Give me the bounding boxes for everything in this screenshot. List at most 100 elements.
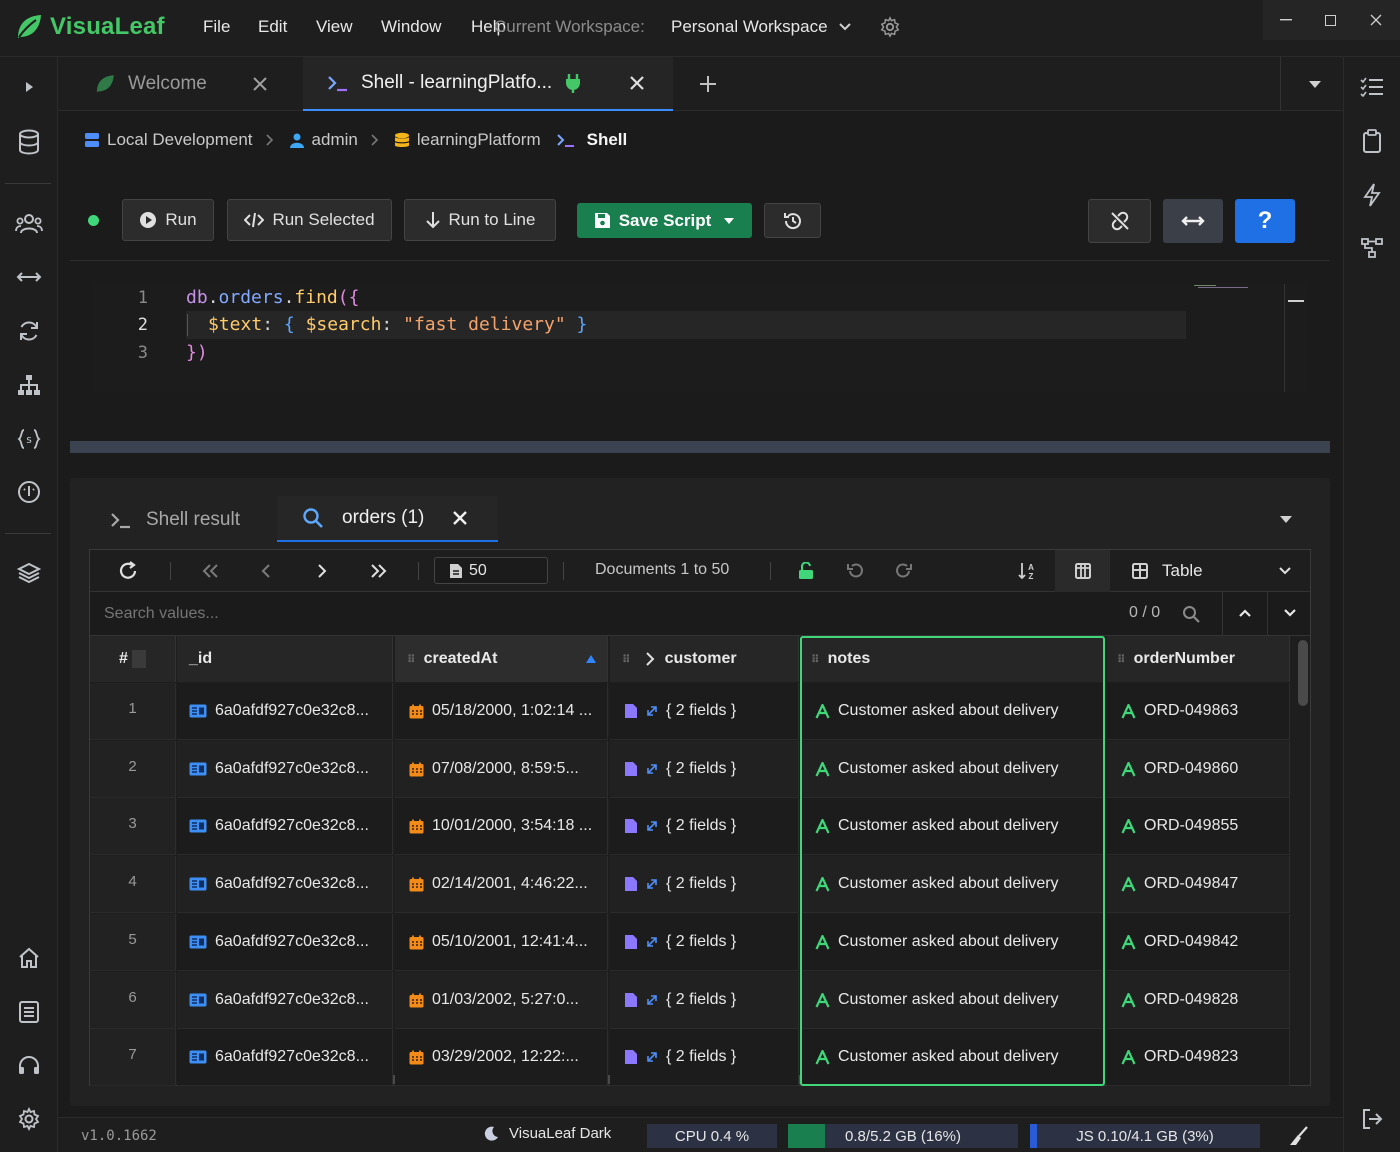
expand-arrows-icon[interactable]: [646, 878, 658, 890]
cell-createdat[interactable]: 03/29/2002, 12:22:...: [395, 1029, 608, 1086]
menu-window[interactable]: Window: [381, 17, 441, 37]
cell-index[interactable]: 6: [90, 972, 176, 1029]
sidebar-item-settings[interactable]: [14, 1104, 44, 1134]
menu-edit[interactable]: Edit: [258, 17, 287, 37]
cell-createdat[interactable]: 05/18/2000, 1:02:14 ...: [395, 683, 608, 740]
sidebar-item-support[interactable]: [14, 1051, 44, 1081]
next-match-chevron-down-icon[interactable]: [1283, 608, 1297, 618]
clean-memory-button[interactable]: [1284, 1122, 1314, 1150]
split-pane-divider[interactable]: [70, 441, 1330, 453]
save-script-button[interactable]: Save Script: [577, 203, 752, 238]
cell-index[interactable]: 7: [90, 1029, 176, 1086]
result-panel-caret-icon[interactable]: [1279, 515, 1293, 524]
cell-id[interactable]: 6a0afdf927c0e32c8...: [177, 1029, 393, 1086]
close-tab-icon[interactable]: [252, 76, 268, 92]
previous-page-button[interactable]: [261, 550, 271, 592]
result-tab-orders[interactable]: orders (1): [277, 496, 498, 542]
cell-ordernumber[interactable]: ORD-049847: [1107, 856, 1290, 913]
cell-customer[interactable]: { 2 fields }: [610, 856, 799, 913]
drag-handle-icon[interactable]: ⠿: [622, 653, 631, 666]
toggle-layout-button[interactable]: [1163, 199, 1223, 243]
close-window-button[interactable]: [1353, 10, 1399, 30]
cell-notes[interactable]: Customer asked about delivery: [801, 741, 1104, 798]
sidebar-item-sync[interactable]: [14, 316, 44, 346]
cell-notes[interactable]: Customer asked about delivery: [801, 798, 1104, 855]
code-editor[interactable]: 1 2 3 db.orders.find({ $text: { $search:…: [94, 284, 1306, 392]
cell-id[interactable]: 6a0afdf927c0e32c8...: [177, 683, 393, 740]
cell-createdat[interactable]: 05/10/2001, 12:41:4...: [395, 914, 608, 971]
cell-id[interactable]: 6a0afdf927c0e32c8...: [177, 741, 393, 798]
cell-notes[interactable]: Customer asked about delivery: [801, 1029, 1104, 1086]
first-page-button[interactable]: [202, 550, 220, 592]
sidebar-item-layers[interactable]: [14, 558, 44, 588]
right-rail-logout[interactable]: [1357, 1104, 1387, 1134]
column-header-ordernumber[interactable]: ⠿ orderNumber: [1107, 636, 1290, 682]
right-rail-diagram[interactable]: [1357, 233, 1387, 263]
cell-ordernumber[interactable]: ORD-049855: [1107, 798, 1290, 855]
redo-button[interactable]: [895, 550, 913, 592]
cell-id[interactable]: 6a0afdf927c0e32c8...: [177, 856, 393, 913]
cell-id[interactable]: 6a0afdf927c0e32c8...: [177, 972, 393, 1029]
cell-customer[interactable]: { 2 fields }: [610, 741, 799, 798]
menu-view[interactable]: View: [316, 17, 353, 37]
page-size-input[interactable]: 50: [434, 557, 548, 584]
cell-customer[interactable]: { 2 fields }: [610, 683, 799, 740]
next-page-button[interactable]: [317, 550, 327, 592]
cell-notes[interactable]: Customer asked about delivery: [801, 856, 1104, 913]
cell-ordernumber[interactable]: ORD-049842: [1107, 914, 1290, 971]
sort-button[interactable]: AZ: [1018, 550, 1036, 592]
breadcrumb-connection[interactable]: Local Development: [84, 130, 253, 150]
sidebar-item-home[interactable]: [14, 943, 44, 973]
cell-customer[interactable]: { 2 fields }: [610, 914, 799, 971]
cell-index[interactable]: 1: [90, 683, 176, 740]
tab-shell[interactable]: Shell - learningPlatfo...: [303, 57, 673, 111]
workspace-selector[interactable]: Personal Workspace: [671, 17, 852, 37]
undo-button[interactable]: [846, 550, 864, 592]
history-button[interactable]: [764, 203, 821, 238]
column-header-id[interactable]: _id: [177, 636, 393, 682]
search-values-input[interactable]: [104, 600, 1004, 628]
cell-ordernumber[interactable]: ORD-049823: [1107, 1029, 1290, 1086]
cell-customer[interactable]: { 2 fields }: [610, 972, 799, 1029]
previous-match-chevron-up-icon[interactable]: [1238, 608, 1252, 618]
refresh-button[interactable]: [118, 550, 138, 592]
breadcrumb-database[interactable]: learningPlatform: [394, 130, 541, 150]
minimap[interactable]: [1192, 284, 1252, 290]
help-button[interactable]: ?: [1235, 199, 1295, 243]
maximize-button[interactable]: [1307, 10, 1353, 30]
column-toggle-button[interactable]: [1055, 550, 1110, 592]
expand-arrows-icon[interactable]: [646, 994, 658, 1006]
column-header-index[interactable]: #: [90, 636, 176, 682]
cell-createdat[interactable]: 01/03/2002, 5:27:0...: [395, 972, 608, 1029]
column-header-customer[interactable]: ⠿ customer: [610, 636, 799, 682]
search-icon[interactable]: [1182, 605, 1200, 623]
new-tab-plus-icon[interactable]: [699, 75, 717, 93]
run-button[interactable]: Run: [122, 199, 214, 241]
column-header-createdat[interactable]: ⠿ createdAt: [395, 636, 608, 682]
cell-index[interactable]: 2: [90, 741, 176, 798]
editor-scrollbar[interactable]: [1284, 284, 1306, 392]
expand-arrows-icon[interactable]: [646, 936, 658, 948]
cell-customer[interactable]: { 2 fields }: [610, 1029, 799, 1086]
cell-index[interactable]: 4: [90, 856, 176, 913]
cell-createdat[interactable]: 10/01/2000, 3:54:18 ...: [395, 798, 608, 855]
view-mode-select[interactable]: Table: [1112, 550, 1310, 592]
run-to-line-button[interactable]: Run to Line: [404, 199, 556, 241]
menu-file[interactable]: File: [203, 17, 230, 37]
cell-ordernumber[interactable]: ORD-049863: [1107, 683, 1290, 740]
expand-chevron-right-icon[interactable]: [645, 652, 655, 666]
edit-lock-button[interactable]: [798, 550, 814, 592]
expand-arrows-icon[interactable]: [646, 705, 658, 717]
expand-arrows-icon[interactable]: [646, 1051, 658, 1063]
cell-createdat[interactable]: 07/08/2000, 8:59:5...: [395, 741, 608, 798]
right-rail-quick-actions[interactable]: [1357, 180, 1387, 210]
cell-id[interactable]: 6a0afdf927c0e32c8...: [177, 914, 393, 971]
sidebar-item-performance[interactable]: [14, 477, 44, 507]
column-header-notes[interactable]: ⠿ notes: [801, 636, 1104, 682]
result-tab-shell[interactable]: Shell result: [110, 498, 240, 542]
sidebar-item-schema[interactable]: [14, 370, 44, 400]
last-page-button[interactable]: [369, 550, 387, 592]
right-rail-tasks[interactable]: [1357, 72, 1387, 102]
drag-handle-icon[interactable]: ⠿: [811, 653, 820, 666]
vertical-scrollbar-thumb[interactable]: [1298, 640, 1308, 706]
